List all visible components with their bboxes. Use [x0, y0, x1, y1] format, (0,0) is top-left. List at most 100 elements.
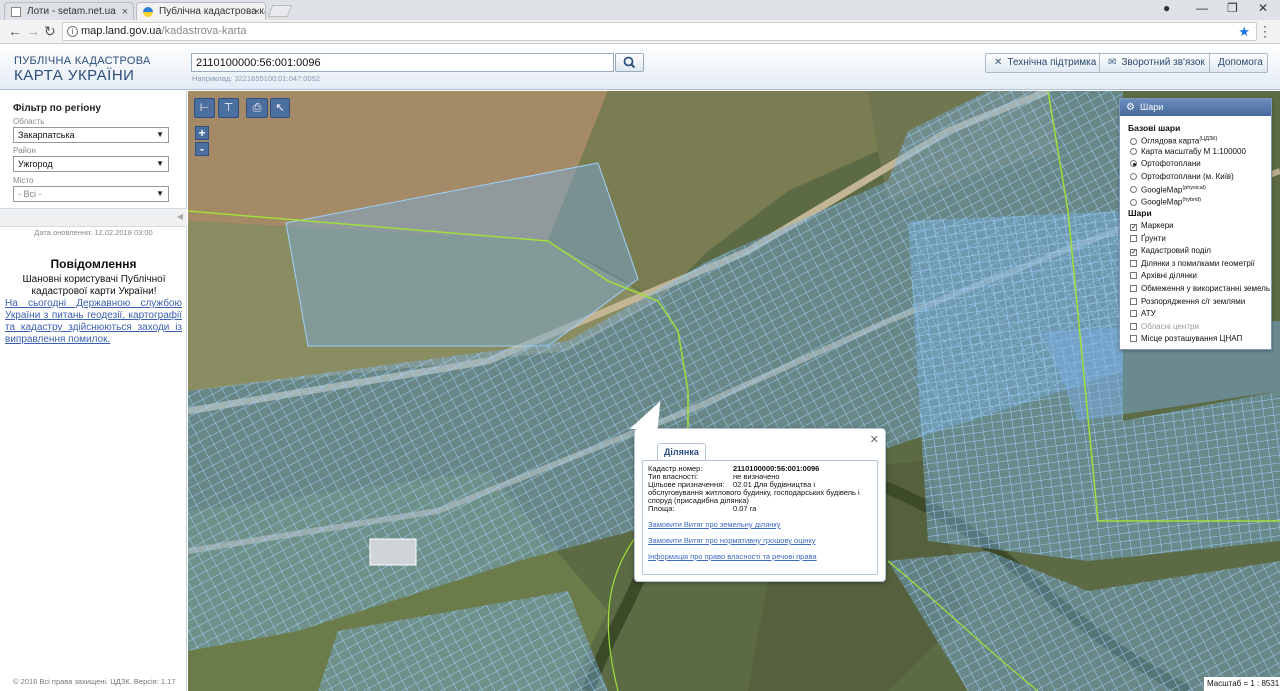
order-valuation-link[interactable]: Замовити Витяг про нормативну грошову оц… — [648, 536, 815, 545]
layer-label: Ґрунти — [1141, 233, 1166, 243]
tab-label: Публічна кадастрова ка — [159, 6, 266, 17]
update-date: Дата оновлення: 12.02.2018 03:00 — [34, 228, 153, 237]
city-select[interactable]: - Всі - ▼ — [13, 186, 169, 202]
window-close-button[interactable]: ✕ — [1258, 1, 1268, 15]
radio-button[interactable] — [1130, 186, 1137, 194]
orthophoto-layer — [188, 91, 1280, 691]
base-layer-sup: (hybrid) — [1182, 197, 1202, 203]
layer-label: Маркери — [1141, 221, 1174, 230]
profile-icon[interactable]: ● — [1163, 1, 1170, 15]
notice-text: Шановні користувачі Публічної кадастрово… — [22, 274, 166, 297]
parcel-info-popup: ✕ Ділянка Кадастр.номер: 2110100000:56:0… — [629, 401, 886, 582]
notice-link[interactable]: На сьогодні Державною службою України з … — [5, 298, 182, 346]
base-layer-option[interactable]: Ортофотоплани — [1130, 158, 1201, 169]
url-field[interactable]: i map.land.gov.ua/kadastrova-karta ★ — [62, 22, 1257, 41]
back-icon[interactable]: ← — [8, 23, 22, 39]
cadastral-search-input[interactable] — [191, 53, 614, 72]
zoom-in-button[interactable]: + — [195, 126, 209, 140]
measure-area-tool[interactable]: ⊤ — [218, 98, 239, 118]
radio-button[interactable] — [1130, 172, 1137, 180]
layers-section-title: Шари — [1128, 208, 1152, 218]
base-layer-option[interactable]: GoogleMap(hybrid) — [1130, 195, 1202, 207]
area-label: Площа: — [648, 504, 675, 513]
base-layer-label: Карта масштабу М 1:100000 — [1141, 147, 1246, 157]
layer-label: Обмеження у використанні земель — [1141, 284, 1270, 293]
region-filter-sidebar: Фільтр по регіону Область Закарпатська ▼ … — [0, 91, 187, 691]
maximize-button[interactable]: ❐ — [1227, 1, 1238, 15]
checkbox[interactable] — [1130, 310, 1137, 318]
page-icon — [11, 7, 21, 17]
search-hint: Наприклад: 3221655100:01:047:0052 — [192, 74, 320, 83]
browser-tabbar: Лоти - setam.net.ua × Публічна кадастров… — [0, 0, 1280, 20]
close-icon[interactable]: × — [122, 3, 128, 20]
tools-icon: ✕ — [994, 57, 1003, 68]
layer-toggle[interactable]: Обмеження у використанні земель — [1130, 283, 1270, 294]
layer-toggle[interactable]: Розпорядження с/г землями — [1130, 296, 1245, 307]
base-layers-title: Базові шари — [1128, 123, 1181, 133]
close-icon[interactable]: × — [254, 3, 260, 20]
tech-support-label: Технічна підтримка — [1007, 57, 1097, 68]
base-layer-option[interactable]: Карта масштабу М 1:100000 — [1130, 146, 1246, 157]
measure-distance-tool[interactable]: ⊢ — [194, 98, 215, 118]
print-icon[interactable]: ⎙ — [246, 98, 268, 118]
layer-label: АТУ — [1141, 309, 1156, 319]
layer-label: Розпорядження с/г землями — [1141, 296, 1246, 306]
tab-parcel[interactable]: Ділянка — [657, 443, 706, 460]
tech-support-button[interactable]: ✕ Технічна підтримка — [985, 53, 1106, 73]
brand-line1: ПУБЛІЧНА КАДАСТРОВА — [14, 55, 151, 67]
checkbox[interactable] — [1130, 272, 1137, 280]
browser-menu-icon[interactable]: ⋮ — [1258, 23, 1272, 40]
layer-toggle[interactable]: Ґрунти — [1130, 233, 1166, 244]
oblast-value: Закарпатська — [18, 130, 75, 140]
rayon-select[interactable]: Ужгород ▼ — [13, 156, 169, 172]
sidebar-collapse-bar[interactable]: ◀ — [0, 208, 187, 227]
help-button[interactable]: Допомога — [1209, 53, 1268, 73]
checkbox[interactable] — [1130, 285, 1137, 292]
checkbox[interactable] — [1130, 297, 1137, 305]
zoom-out-button[interactable]: - — [195, 142, 209, 156]
layer-toggle[interactable]: ✓ Кадастровий поділ — [1130, 245, 1211, 257]
base-layer-label: Оглядова карта — [1141, 136, 1200, 146]
collapse-arrow-icon: ◀ — [176, 212, 183, 221]
radio-button[interactable] — [1130, 198, 1137, 206]
layer-toggle[interactable]: АТУ — [1130, 308, 1156, 319]
feedback-button[interactable]: ✉ Зворотний зв'язок — [1099, 53, 1214, 73]
minimize-button[interactable]: — — [1196, 1, 1208, 15]
search-button[interactable] — [615, 53, 644, 72]
checkbox[interactable]: ✓ — [1130, 224, 1137, 231]
mail-icon: ✉ — [1108, 57, 1117, 68]
layers-panel-header[interactable]: ⚙ Шари — [1120, 99, 1271, 116]
layer-toggle[interactable]: ✓ Маркери — [1130, 220, 1174, 231]
info-icon[interactable]: i — [67, 26, 78, 37]
info-cursor-icon[interactable]: ↖ — [270, 98, 290, 118]
layer-toggle[interactable]: Місце розташування ЦНАП — [1130, 333, 1242, 344]
radio-button[interactable] — [1130, 148, 1137, 156]
checkbox[interactable] — [1130, 259, 1137, 267]
order-extract-link[interactable]: Замовити Витяг про земельну ділянку — [648, 520, 781, 529]
gear-icon: ⚙ — [1126, 102, 1135, 113]
ownership-info-link[interactable]: Інформація про право власності та речові… — [648, 552, 817, 561]
layer-toggle[interactable]: Архівні ділянки — [1130, 270, 1197, 281]
oblast-select[interactable]: Закарпатська ▼ — [13, 127, 169, 143]
cadastral-map[interactable]: ⊢ ⊤ ⎙ ↖ + - ⚙ Шари Базові шари Оглядова к… — [188, 91, 1280, 691]
checkbox[interactable] — [1130, 335, 1137, 343]
base-layer-sup: (physical) — [1182, 184, 1206, 191]
reload-icon[interactable]: ↻ — [44, 23, 56, 40]
purpose-continued: обслуговування житлового будинку, господ… — [648, 488, 860, 505]
dropdown-arrow-icon: ▼ — [156, 189, 164, 198]
forward-icon[interactable]: → — [26, 23, 40, 39]
layer-label: Ділянки з помилками геометрії — [1141, 258, 1255, 268]
base-layer-option[interactable]: Ортофотоплани (м. Київ) — [1130, 171, 1234, 182]
layer-toggle[interactable]: Ділянки з помилками геометрії — [1130, 258, 1255, 269]
close-icon[interactable]: ✕ — [870, 433, 879, 446]
checkbox[interactable]: ✓ — [1130, 249, 1137, 257]
browser-tab-kadastr[interactable]: Публічна кадастрова ка × — [136, 2, 266, 20]
radio-button[interactable] — [1130, 160, 1137, 168]
new-tab-button[interactable] — [267, 5, 293, 17]
base-layer-option[interactable]: Оглядова карта(ЦДЗК) — [1130, 134, 1217, 146]
browser-tab-setam[interactable]: Лоти - setam.net.ua × — [4, 2, 134, 20]
bookmark-star-icon[interactable]: ★ — [1238, 23, 1250, 40]
checkbox[interactable] — [1130, 234, 1137, 242]
base-layer-option[interactable]: GoogleMap(physical) — [1130, 183, 1206, 194]
radio-button[interactable] — [1130, 137, 1137, 145]
